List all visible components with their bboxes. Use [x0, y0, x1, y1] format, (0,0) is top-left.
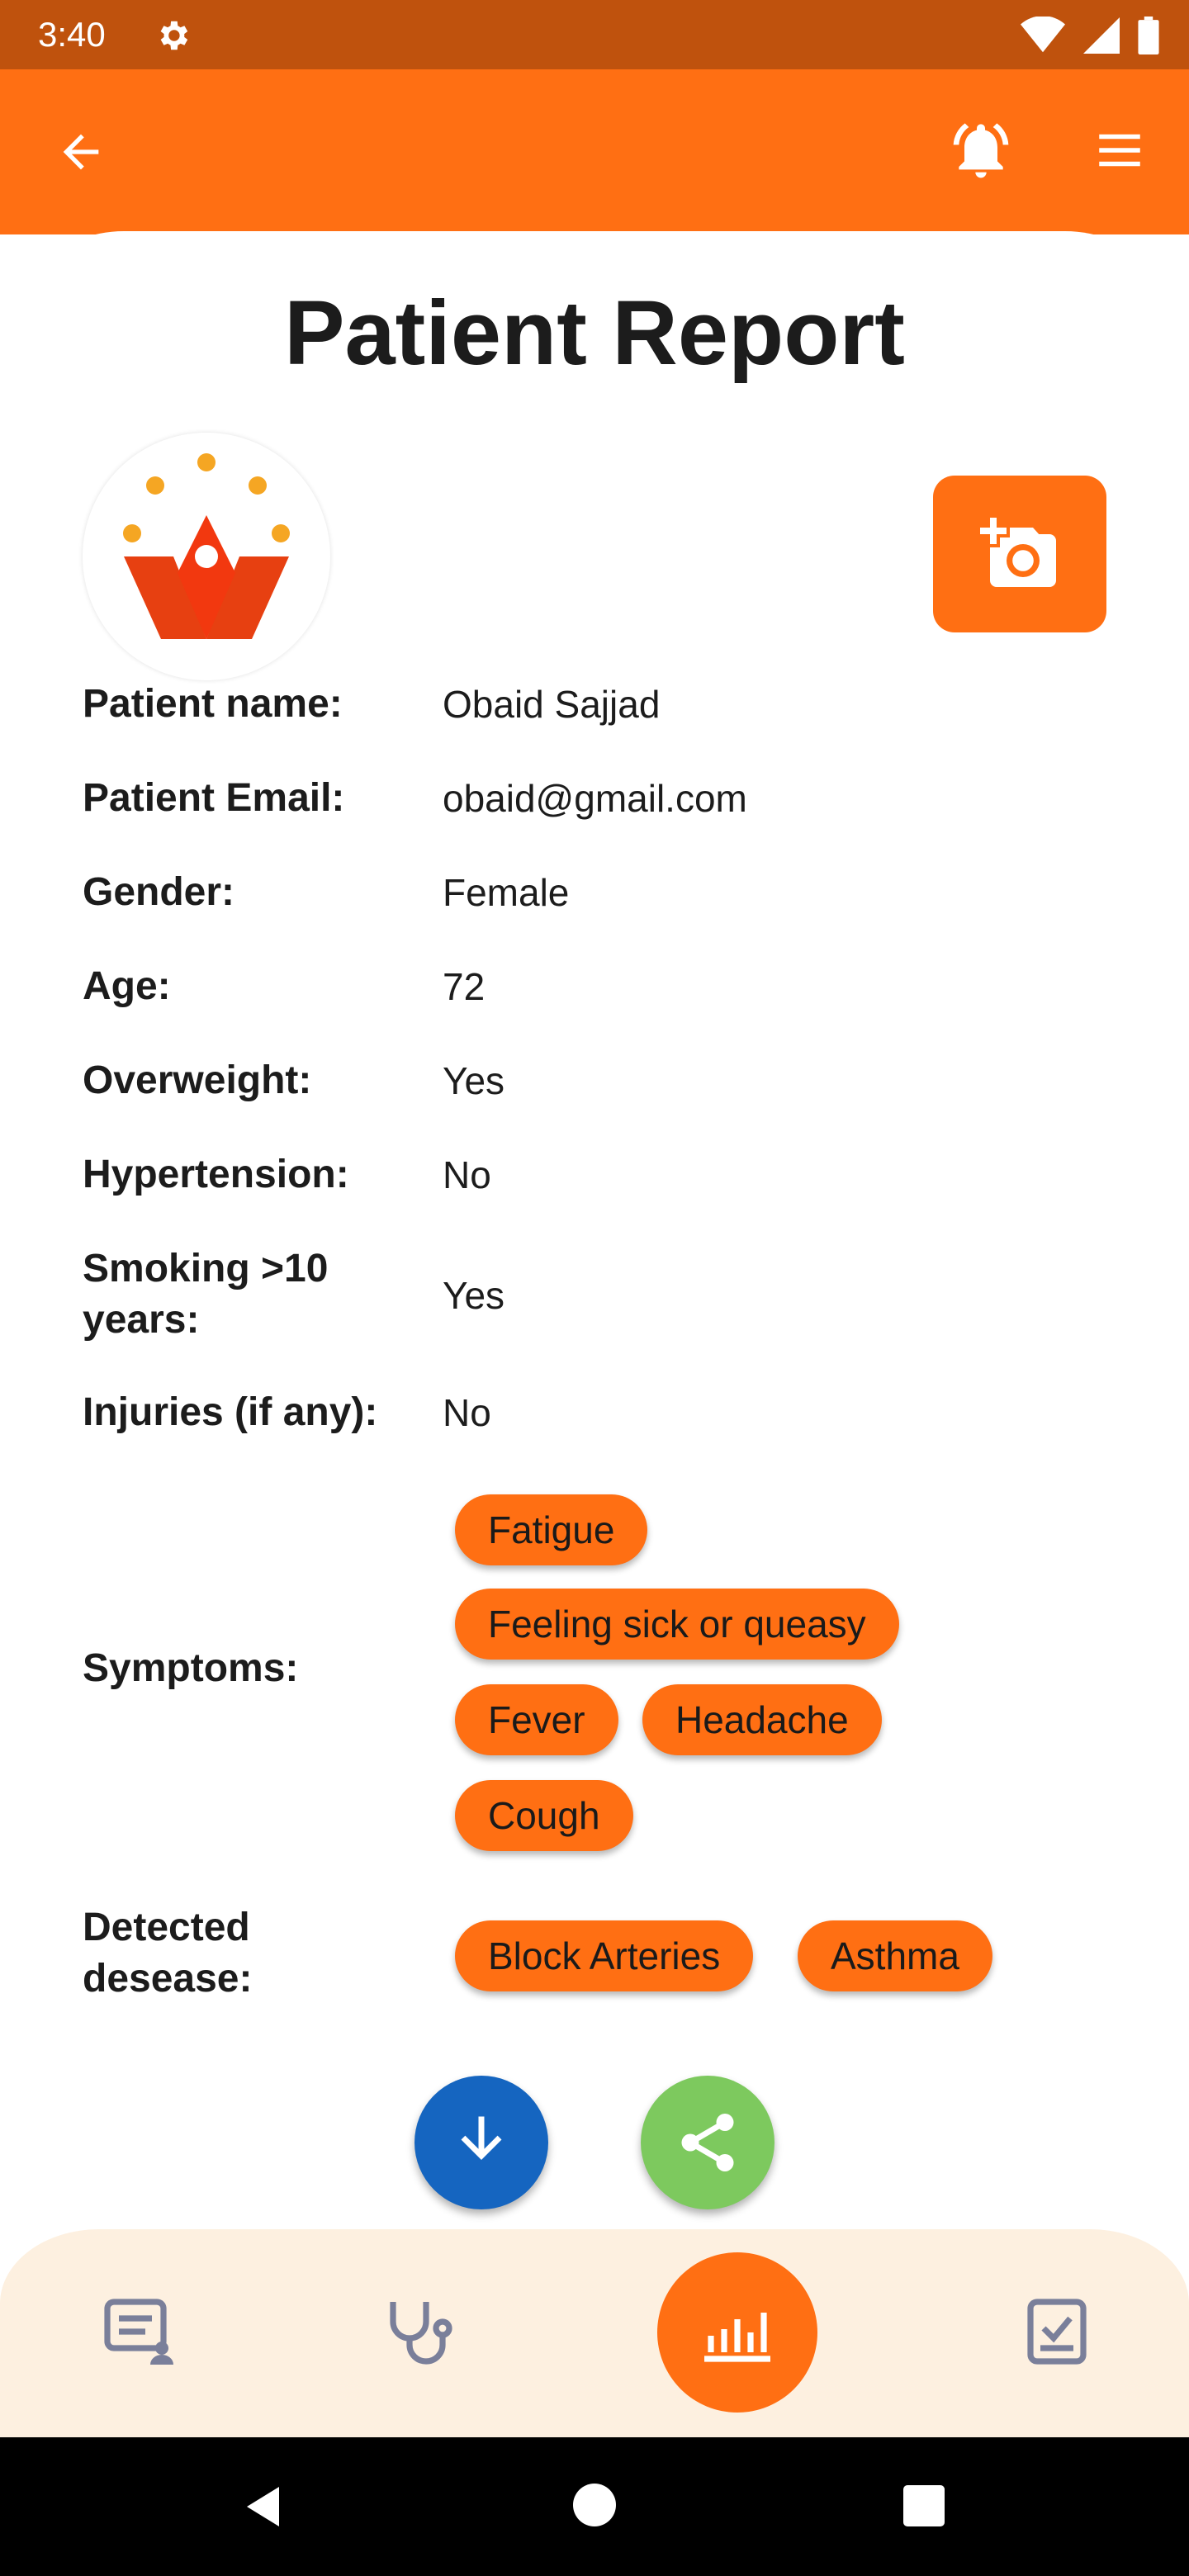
battery-icon: [1138, 17, 1159, 54]
field-value: Yes: [443, 1059, 505, 1102]
report-user-icon: [104, 2299, 173, 2365]
field-row-smoking: Smoking >10 years: Yes: [83, 1243, 1106, 1351]
nav-doctor[interactable]: [367, 2282, 466, 2381]
field-value: obaid@gmail.com: [443, 777, 747, 820]
share-icon: [681, 2114, 734, 2171]
symptoms-label: Symptoms:: [83, 1646, 299, 1690]
field-row-patient-email: Patient Email: obaid@gmail.com: [83, 773, 1106, 831]
symptom-chip[interactable]: Feeling sick or queasy: [455, 1589, 899, 1660]
status-time: 3:40: [38, 15, 106, 54]
field-row-age: Age: 72: [83, 961, 1106, 1019]
add-photo-button[interactable]: [933, 476, 1106, 632]
signal-icon: [1083, 17, 1120, 54]
bell-ring-icon: [953, 123, 1009, 178]
nav-checklist[interactable]: [1007, 2282, 1106, 2381]
symptom-chip[interactable]: Cough: [455, 1780, 633, 1851]
field-row-hypertension: Hypertension: No: [83, 1149, 1106, 1207]
disease-chip[interactable]: Block Arteries: [455, 1920, 754, 1991]
field-label: Overweight:: [83, 1058, 312, 1102]
field-value: Obaid Sajjad: [443, 683, 661, 726]
wifi-icon: [1021, 17, 1065, 53]
symptom-chip[interactable]: Fever: [455, 1684, 618, 1755]
disease-chip[interactable]: Asthma: [798, 1920, 992, 1991]
download-icon: [461, 2116, 502, 2160]
field-value: No: [443, 1153, 491, 1196]
field-value: Female: [443, 871, 570, 914]
logo-icon: [123, 453, 290, 639]
system-home-icon[interactable]: [573, 2484, 616, 2526]
system-recents-icon[interactable]: [903, 2485, 945, 2526]
status-bar: 3:40: [0, 0, 1189, 69]
field-row-overweight: Overweight: Yes: [83, 1055, 1106, 1113]
checklist-icon: [1027, 2299, 1087, 2365]
menu-button[interactable]: [1087, 117, 1153, 183]
page-title: Patient Report: [284, 282, 905, 384]
field-label: Injuries (if any):: [83, 1390, 378, 1434]
field-row-gender: Gender: Female: [83, 867, 1106, 925]
field-label: Smoking >10 years:: [83, 1247, 329, 1342]
field-label: Patient Email:: [83, 776, 345, 820]
disease-label: Detected desease:: [83, 1906, 253, 2001]
field-label: Patient name:: [83, 682, 343, 726]
system-back-icon[interactable]: [239, 2482, 289, 2531]
field-value: No: [443, 1391, 491, 1434]
app-bar: [0, 69, 1189, 234]
nav-reports[interactable]: [89, 2282, 188, 2381]
system-navigation-bar: [0, 2437, 1189, 2576]
field-row-injuries: Injuries (if any): No: [83, 1387, 1106, 1445]
field-value: Yes: [443, 1274, 505, 1317]
app-logo: [83, 433, 330, 680]
field-label: Gender:: [83, 870, 235, 914]
field-row-patient-name: Patient name: Obaid Sajjad: [83, 679, 1106, 736]
nav-analytics[interactable]: [657, 2252, 817, 2413]
add-photo-icon: [980, 518, 1056, 587]
arrow-left-icon: [63, 134, 99, 170]
back-button[interactable]: [50, 121, 112, 183]
symptom-chip[interactable]: Headache: [642, 1684, 882, 1755]
settings-gear-icon: [160, 21, 188, 50]
stethoscope-icon: [390, 2302, 452, 2365]
alarm-button[interactable]: [946, 116, 1016, 185]
field-value: 72: [443, 965, 486, 1008]
share-button[interactable]: [641, 2076, 775, 2209]
field-label: Hypertension:: [83, 1153, 349, 1196]
field-label: Age:: [83, 964, 171, 1008]
symptom-chip[interactable]: Fatigue: [455, 1494, 648, 1565]
download-button[interactable]: [414, 2076, 548, 2209]
hamburger-icon: [1099, 134, 1140, 167]
analytics-icon: [704, 2313, 770, 2362]
